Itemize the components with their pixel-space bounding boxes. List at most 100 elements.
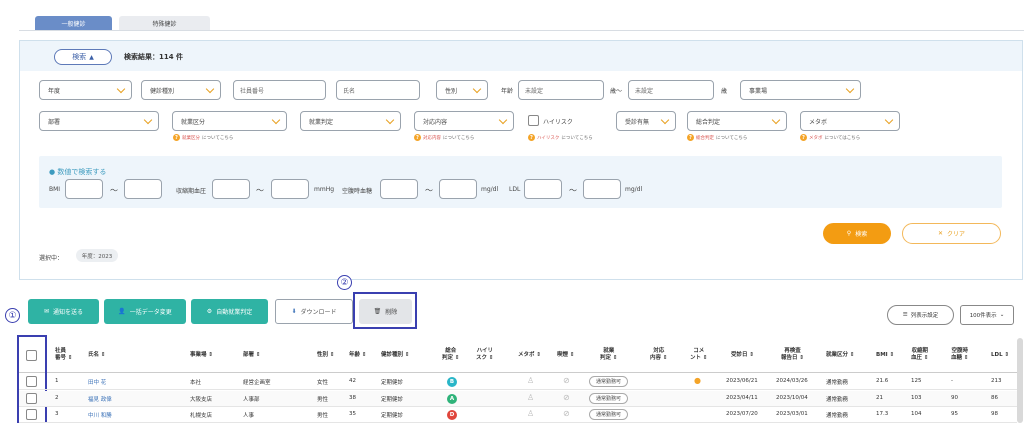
send-notification-button[interactable]: ✉ 通知を送る [28, 299, 99, 324]
bmi-from-input[interactable] [65, 179, 103, 199]
ldl-to-input[interactable] [583, 179, 621, 199]
ldl-from-input[interactable] [524, 179, 562, 199]
table-row[interactable] [19, 407, 1017, 423]
chevron-down-icon [271, 115, 281, 125]
highlight-delete [353, 292, 417, 329]
work-judge-select[interactable]: 就業判定 [300, 111, 401, 131]
table-row[interactable] [19, 374, 1017, 390]
cell-ldl: 86 [991, 395, 998, 401]
overall-select[interactable]: 総合判定 [687, 111, 787, 131]
col-ldl[interactable]: LDL ⇕ [991, 352, 1009, 359]
gender-select[interactable]: 性別 [436, 80, 488, 100]
help-text: についてこちら [443, 135, 475, 141]
col-bmi[interactable]: BMI ⇕ [876, 352, 894, 359]
col-sbp[interactable]: 収縮期 血圧 ⇕ [911, 348, 929, 363]
select-all-checkbox[interactable] [26, 350, 37, 361]
cell-name-link[interactable]: 中川 和勝 [88, 411, 112, 419]
search-icon: ⚲ [846, 230, 852, 237]
col-metabo[interactable]: メタボ ⇕ [518, 352, 541, 359]
col-age[interactable]: 年齢 ⇕ [349, 352, 367, 359]
age-from-input[interactable]: 未設定 [518, 80, 604, 100]
col-recheck-date[interactable]: 再検査 報告日 ⇕ [781, 348, 804, 363]
cell-name-link[interactable]: 田中 花 [88, 378, 106, 386]
office-select-label: 事業場 [749, 87, 768, 95]
cell-fbs: - [951, 378, 953, 384]
col-gender[interactable]: 性別 ⇕ [317, 352, 335, 359]
office-select[interactable]: 事業場 [740, 80, 861, 100]
search-button[interactable]: ⚲ 検索 [823, 223, 891, 244]
overall-help-link[interactable]: ? 総合判定 についてこちら [687, 134, 747, 141]
cell-type: 定期健診 [381, 397, 404, 403]
chevron-down-icon [472, 84, 482, 94]
col-office[interactable]: 事業場 ⇕ [190, 352, 213, 359]
per-page-select[interactable]: 100件表示 ⌄ [960, 305, 1014, 325]
response-select-label: 対応内容 [423, 118, 448, 126]
col-response[interactable]: 対応 内容 ⇕ [650, 348, 668, 363]
fbs-to-input[interactable] [439, 179, 477, 199]
dept-select[interactable]: 部署 [39, 111, 159, 131]
cell-gender: 男性 [317, 413, 329, 419]
no-smoking-icon: ⊘ [563, 409, 570, 418]
download-button[interactable]: ⬇ ダウンロード [275, 299, 353, 324]
metabo-select[interactable]: メタボ [800, 111, 900, 131]
work-judge-pill: 通常勤務可 [589, 409, 629, 420]
col-dept[interactable]: 部署 ⇕ [243, 352, 261, 359]
chevron-down-icon: ⌄ [999, 312, 1005, 318]
sbp-from-input[interactable] [212, 179, 250, 199]
clear-button[interactable]: ✕ クリア [902, 223, 1001, 244]
ldl-unit: mg/dl [625, 186, 643, 193]
cell-office: 本社 [190, 380, 202, 386]
tab-general-checkup[interactable]: 一般健診 [35, 16, 112, 30]
cell-gender: 女性 [317, 380, 329, 386]
col-comment[interactable]: コメ ント ⇕ [690, 348, 708, 363]
search-panel-header: 検索 ▲ 検索結果：114 件 [20, 41, 1022, 71]
consult-select[interactable]: 受診有無 [616, 111, 676, 131]
year-select[interactable]: 年度 [39, 80, 132, 100]
question-icon: ? [687, 134, 694, 141]
cell-name-link[interactable]: 福見 政偉 [88, 395, 112, 403]
checkup-type-select[interactable]: 健診種別 [141, 80, 221, 100]
row-checkbox[interactable] [26, 393, 37, 404]
col-overall[interactable]: 総合 判定 ⇕ [442, 348, 460, 363]
col-type[interactable]: 健診種別 ⇕ [381, 352, 410, 359]
comment-icon[interactable]: ● [694, 376, 701, 385]
selected-filter-chip[interactable]: 年度：2023 [76, 249, 118, 262]
search-toggle-button[interactable]: 検索 ▲ [54, 49, 112, 65]
response-help-link[interactable]: ? 対応内容 についてこちら [414, 134, 474, 141]
search-result-count: 検索結果：114 件 [124, 53, 184, 61]
col-smoke[interactable]: 喫煙 ⇕ [557, 352, 575, 359]
table-row[interactable] [19, 391, 1017, 407]
bmi-to-input[interactable] [124, 179, 162, 199]
row-checkbox[interactable] [26, 376, 37, 387]
col-work-class[interactable]: 就業区分 ⇕ [826, 352, 855, 359]
employee-no-input[interactable]: 社員番号 [233, 80, 326, 100]
bulk-edit-button[interactable]: 👤 一括データ変更 [104, 299, 186, 324]
auto-judge-button[interactable]: ⚙ 自動就業判定 [191, 299, 268, 324]
col-high-risk[interactable]: ハイリ スク ⇕ [476, 348, 494, 363]
overall-badge: A [447, 394, 457, 404]
work-class-select[interactable]: 就業区分 [172, 111, 287, 131]
col-name[interactable]: 氏名 ⇕ [88, 352, 106, 359]
sbp-to-input[interactable] [271, 179, 309, 199]
age-to-input[interactable]: 未設定 [628, 80, 714, 100]
high-risk-checkbox[interactable] [528, 115, 539, 126]
tab-special-checkup[interactable]: 特殊健診 [119, 16, 210, 30]
high-risk-help-link[interactable]: ? ハイリスク についてこちら [528, 134, 593, 141]
name-input[interactable]: 氏名 [336, 80, 420, 100]
work-class-help-link[interactable]: ? 就業区分 についてこちら [173, 134, 233, 141]
metabo-help-link[interactable]: ? メタボ についてはこちら [800, 134, 860, 141]
tab-divider [19, 30, 1024, 31]
table-scrollbar[interactable] [1017, 338, 1023, 423]
response-select[interactable]: 対応内容 [414, 111, 514, 131]
fbs-from-input[interactable] [380, 179, 418, 199]
question-icon: ? [528, 134, 535, 141]
chevron-down-icon [498, 115, 508, 125]
column-settings-button[interactable]: ☰ 列表示設定 [887, 305, 954, 325]
col-fbs[interactable]: 空腹時 血糖 ⇕ [951, 348, 969, 363]
col-emp-no[interactable]: 社員 番号 ⇕ [55, 348, 73, 363]
row-checkbox[interactable] [26, 409, 37, 420]
help-term: メタボ [809, 135, 823, 141]
col-work-judge[interactable]: 就業 判定 ⇕ [600, 348, 618, 363]
cell-exam-date: 2023/06/21 [726, 378, 758, 384]
col-exam-date[interactable]: 受診日 ⇕ [731, 352, 754, 359]
